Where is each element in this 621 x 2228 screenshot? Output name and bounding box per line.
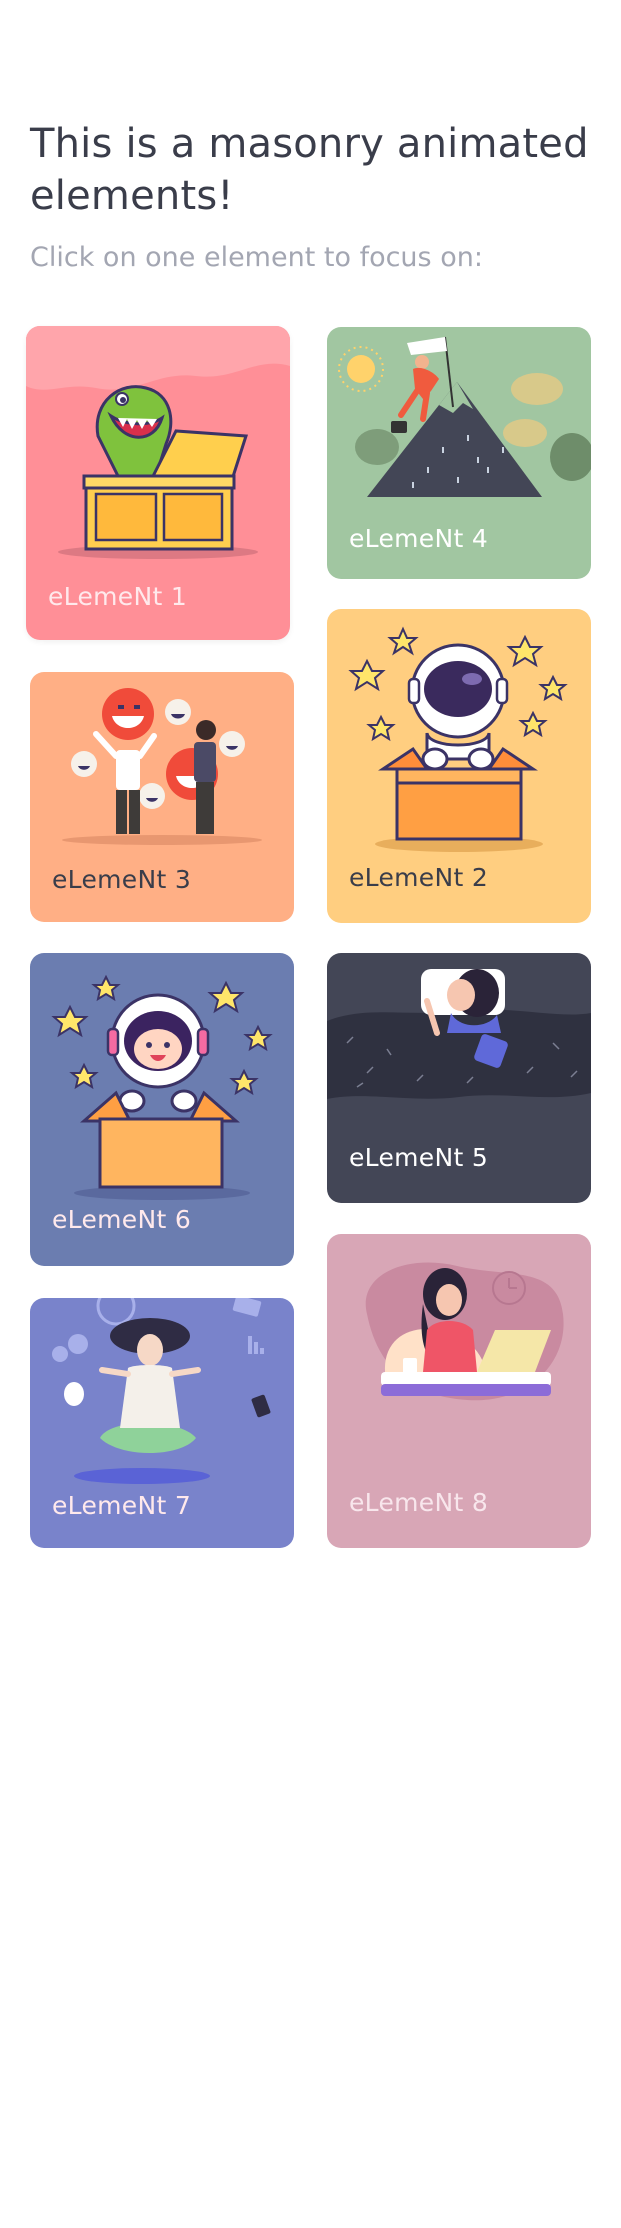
card-label: eLemeNt 1 [48,582,188,611]
masonry-card-1[interactable]: eLemeNt 1 [26,326,290,640]
card-label: eLemeNt 8 [349,1488,489,1517]
page-subtitle: Click on one element to focus on: [30,242,483,273]
card-label: eLemeNt 7 [52,1491,192,1520]
masonry-card-4[interactable]: eLemeNt 4 [327,327,591,579]
card-label: eLemeNt 4 [349,524,489,553]
card-label: eLemeNt 2 [349,863,489,892]
masonry-card-5[interactable]: eLemeNt 5 [327,953,591,1203]
card-label: eLemeNt 5 [349,1143,489,1172]
card-label: eLemeNt 6 [52,1205,192,1234]
masonry-card-2[interactable]: eLemeNt 2 [327,609,591,923]
masonry-card-7[interactable]: eLemeNt 7 [30,1298,294,1548]
page: This is a masonry animated elements! Cli… [0,0,621,2228]
card-label: eLemeNt 3 [52,865,192,894]
page-title: This is a masonry animated elements! [30,121,589,219]
masonry-card-8[interactable]: eLemeNt 8 [327,1234,591,1548]
masonry-card-3[interactable]: eLemeNt 3 [30,672,294,922]
masonry-card-6[interactable]: eLemeNt 6 [30,953,294,1266]
